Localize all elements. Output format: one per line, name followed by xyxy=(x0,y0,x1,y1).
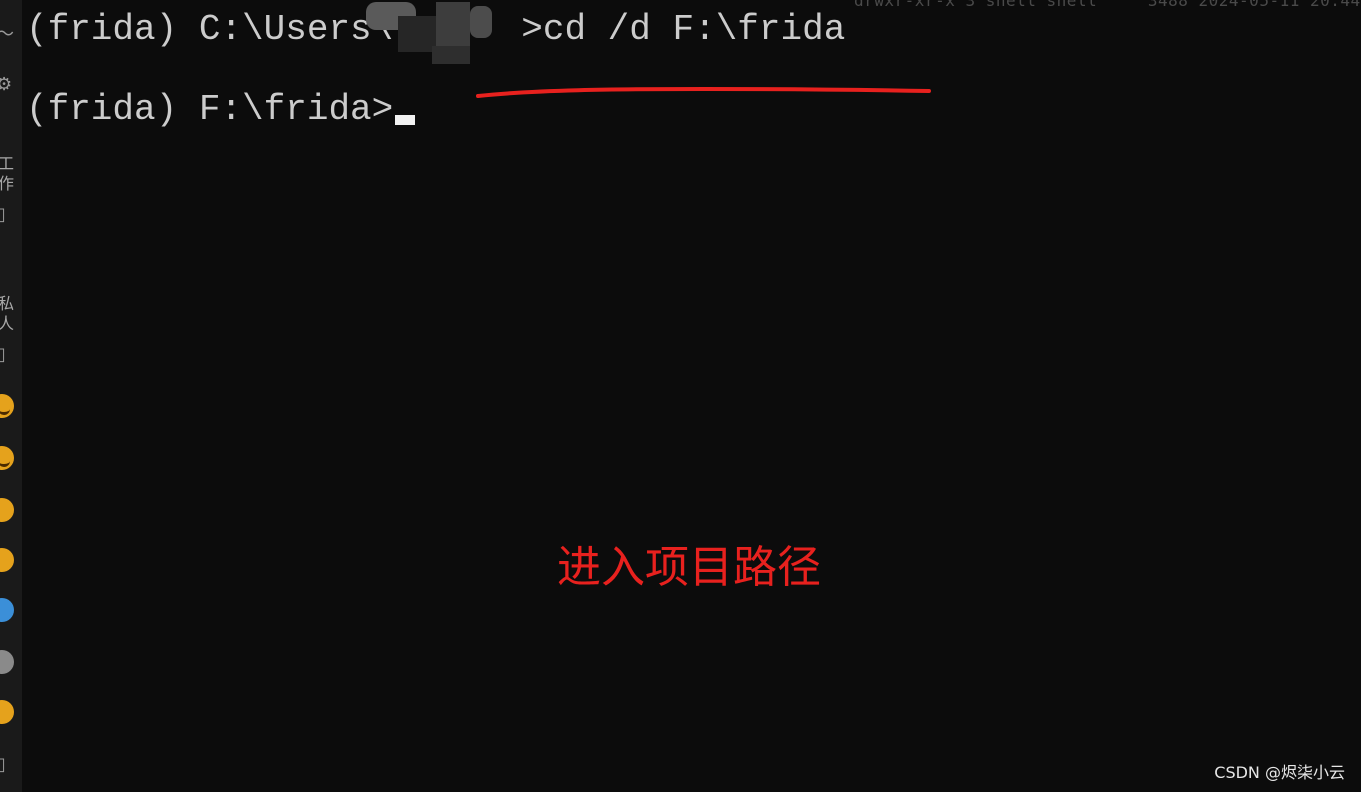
gear-icon[interactable]: ⚙ xyxy=(0,72,22,98)
prompt: (frida) F:\frida> xyxy=(26,89,394,130)
emoji-icon[interactable] xyxy=(0,700,14,724)
redacted-username-mosaic xyxy=(366,2,492,64)
emoji-icon[interactable] xyxy=(0,498,14,522)
background-sidebar-strip: 〜 ⚙ 工作 ▯ 私人 ▯ ▯ xyxy=(0,0,22,792)
red-underline-annotation xyxy=(476,86,931,98)
document-icon[interactable]: ▯ xyxy=(0,202,22,228)
terminal-screenshot: 〜 ⚙ 工作 ▯ 私人 ▯ ▯ drwxr-xr-x 3 shell shell… xyxy=(0,0,1361,792)
document-icon[interactable]: ▯ xyxy=(0,752,22,778)
prompt-prefix: (frida) C:\Users\ xyxy=(26,9,394,50)
grinning-face-icon[interactable] xyxy=(0,446,14,470)
text-cursor xyxy=(395,115,416,125)
emoji-icon[interactable] xyxy=(0,650,14,674)
chart-icon[interactable]: 〜 xyxy=(0,22,22,48)
sidebar-label-private: 私人 xyxy=(0,294,15,333)
document-icon[interactable]: ▯ xyxy=(0,342,22,368)
emoji-icon[interactable] xyxy=(0,598,14,622)
sidebar-label-work: 工作 xyxy=(0,154,15,193)
emoji-icon[interactable] xyxy=(0,548,14,572)
annotation-text: 进入项目路径 xyxy=(557,542,821,593)
background-ghost-text: drwxr-xr-x 3 shell shell 3488 2024-05-11… xyxy=(854,0,1361,10)
command-text: >cd /d F:\frida xyxy=(521,9,846,50)
grinning-face-icon[interactable] xyxy=(0,394,14,418)
terminal-line-2[interactable]: (frida) F:\frida> xyxy=(26,88,416,132)
csdn-watermark: CSDN @烬柒小云 xyxy=(1214,763,1345,782)
